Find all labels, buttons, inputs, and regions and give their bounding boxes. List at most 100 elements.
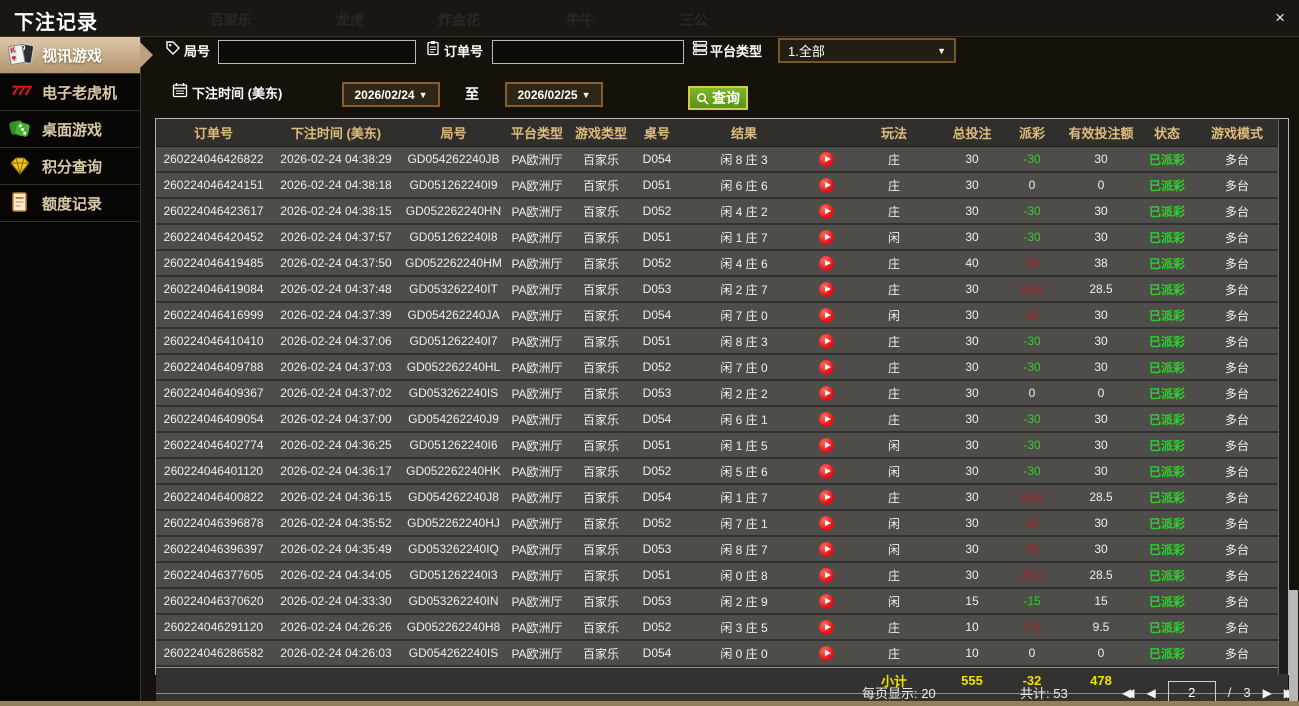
result-play-button[interactable]: [818, 411, 834, 427]
round-number-label: 局号: [184, 44, 211, 59]
table-row: 260224046396878 2026-02-24 04:35:52 GD05…: [156, 511, 1288, 537]
close-icon[interactable]: ×: [1275, 8, 1285, 28]
cell-result: 闲 8 庄 3: [720, 152, 768, 167]
table-row: 260224046409054 2026-02-24 04:37:00 GD05…: [156, 407, 1288, 433]
date-to-select[interactable]: 2026/02/25 ▼: [505, 82, 603, 107]
cell-game-type: 百家乐: [582, 412, 619, 427]
col-header-valid-bet: 有效投注额: [1068, 126, 1134, 141]
cell-platform: PA欧洲厅: [511, 438, 563, 453]
cell-replay: [808, 177, 844, 193]
result-play-button[interactable]: [818, 333, 834, 349]
cell-bet-time: 2026-02-24 04:33:30: [280, 594, 392, 608]
cell-result: 闲 7 庄 1: [720, 516, 768, 531]
cell-payout: -30: [1023, 334, 1041, 348]
cell-status: 已派彩: [1148, 646, 1185, 661]
result-play-button[interactable]: [818, 281, 834, 297]
cell-platform: PA欧洲厅: [511, 178, 563, 193]
clipboard-icon: [425, 40, 441, 56]
result-play-button[interactable]: [818, 515, 834, 531]
cell-platform: PA欧洲厅: [511, 490, 563, 505]
cell-payout: 0: [1028, 646, 1036, 660]
result-play-button[interactable]: [818, 437, 834, 453]
cell-table-no: D054: [642, 490, 672, 504]
cell-valid-bet: 30: [1094, 464, 1108, 478]
cell-replay: [808, 463, 844, 479]
cell-bet-time: 2026-02-24 04:37:48: [280, 282, 392, 296]
playing-cards-icon: 9K♥: [7, 42, 35, 67]
cell-round-id: GD052262240HK: [406, 464, 501, 478]
cell-result: 闲 4 庄 2: [720, 204, 768, 219]
search-button[interactable]: 查询: [688, 86, 748, 110]
cell-payout: 30: [1025, 542, 1039, 556]
cell-round-id: GD051262240I9: [409, 178, 498, 192]
result-play-button[interactable]: [818, 489, 834, 505]
cell-play: 闲: [887, 594, 900, 609]
table-row: 260224046419084 2026-02-24 04:37:48 GD05…: [156, 277, 1288, 303]
round-number-input[interactable]: [218, 40, 416, 64]
window-scrollbar-thumb[interactable]: [1289, 590, 1298, 701]
sidebar-item-table-games[interactable]: 桌面游戏: [0, 111, 140, 148]
cell-round-id: GD054262240JB: [407, 152, 500, 166]
cell-order-id: 260224046416999: [163, 308, 264, 322]
date-from-select[interactable]: 2026/02/24 ▼: [342, 82, 440, 107]
cell-round-id: GD053262240IT: [409, 282, 498, 296]
cell-table-no: D052: [642, 516, 672, 530]
cell-payout: -30: [1023, 204, 1041, 218]
cell-total-bet: 10: [965, 620, 979, 634]
cell-replay: [808, 567, 844, 583]
cell-payout: 28.5: [1020, 568, 1044, 582]
cell-round-id: GD054262240J9: [408, 412, 499, 426]
sidebar-item-points-query[interactable]: 积分查询: [0, 148, 140, 185]
cell-game-type: 百家乐: [582, 204, 619, 219]
result-play-button[interactable]: [818, 229, 834, 245]
result-play-button[interactable]: [818, 359, 834, 375]
result-play-button[interactable]: [818, 307, 834, 323]
cell-play: 庄: [887, 152, 900, 167]
sidebar-item-video-games[interactable]: 9K♥ 视讯游戏: [0, 36, 153, 74]
cell-order-id: 260224046401120: [163, 464, 264, 478]
cell-game-type: 百家乐: [582, 360, 619, 375]
play-icon: [824, 155, 831, 162]
table-row: 260224046420452 2026-02-24 04:37:57 GD05…: [156, 225, 1288, 251]
cell-result: 闲 2 庄 2: [720, 386, 768, 401]
cell-round-id: GD054262240IS: [408, 646, 499, 660]
col-header-total-bet: 总投注: [952, 126, 992, 141]
result-play-button[interactable]: [818, 203, 834, 219]
play-icon: [824, 519, 831, 526]
result-play-button[interactable]: [818, 567, 834, 583]
result-play-button[interactable]: [818, 619, 834, 635]
cell-table-no: D052: [642, 360, 672, 374]
cell-total-bet: 30: [965, 360, 979, 374]
tag-icon: [165, 40, 181, 56]
cell-result: 闲 7 庄 0: [720, 308, 768, 323]
result-play-button[interactable]: [818, 151, 834, 167]
play-icon: [824, 467, 831, 474]
play-icon: [824, 259, 831, 266]
play-icon: [824, 545, 831, 552]
cell-platform: PA欧洲厅: [511, 360, 563, 375]
sidebar-item-slots[interactable]: 777 电子老虎机: [0, 74, 140, 111]
platform-type-select[interactable]: 1.全部 ▼: [778, 38, 956, 63]
cell-status: 已派彩: [1148, 308, 1185, 323]
cell-bet-time: 2026-02-24 04:35:52: [280, 516, 392, 530]
document-icon: [8, 191, 34, 215]
cell-play: 庄: [887, 620, 900, 635]
result-play-button[interactable]: [818, 385, 834, 401]
cell-mode: 多台: [1224, 308, 1249, 323]
result-play-button[interactable]: [818, 255, 834, 271]
cell-mode: 多台: [1224, 282, 1249, 297]
cell-order-id: 260224046396878: [163, 516, 264, 530]
cell-game-type: 百家乐: [582, 568, 619, 583]
result-play-button[interactable]: [818, 645, 834, 661]
sidebar-item-quota-records[interactable]: 额度记录: [0, 185, 140, 222]
cell-replay: [808, 437, 844, 453]
result-play-button[interactable]: [818, 593, 834, 609]
order-number-input[interactable]: [492, 40, 684, 64]
cell-order-id: 260224046370620: [163, 594, 264, 608]
cell-replay: [808, 385, 844, 401]
result-play-button[interactable]: [818, 177, 834, 193]
cell-bet-time: 2026-02-24 04:26:03: [280, 646, 392, 660]
result-play-button[interactable]: [818, 541, 834, 557]
result-play-button[interactable]: [818, 463, 834, 479]
table-header-row: 订单号 下注时间 (美东) 局号 平台类型 游戏类型 桌号 结果 玩法 总投注 …: [156, 119, 1288, 147]
